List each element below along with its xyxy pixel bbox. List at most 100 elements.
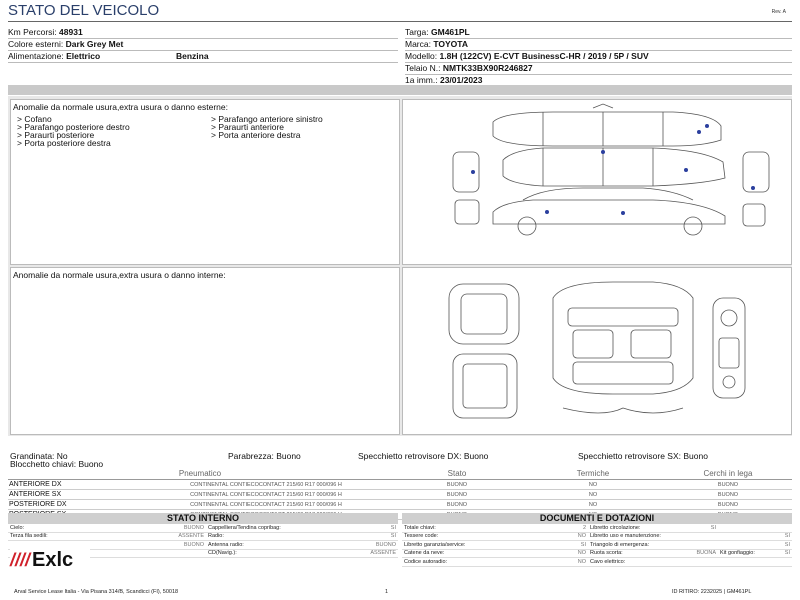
kv-label: Catene da neve: xyxy=(402,549,514,558)
external-damage-panel: Anomalie da normale usura,extra usura o … xyxy=(10,99,400,265)
kv-label: Terza fila sedili: xyxy=(8,532,132,541)
info-value: Elettrico xyxy=(66,51,101,61)
kv-label: Libretto circolazione: xyxy=(588,524,688,533)
tyre-desc: CONTINENTAL CONTIECOCONTACT 215/60 R17 0… xyxy=(140,499,392,510)
info-value: NMTK33BX90R246827 xyxy=(442,63,533,73)
col-termiche: Termiche xyxy=(522,467,664,480)
table-row: Tessere code: NO Libretto uso e manutenz… xyxy=(402,532,792,541)
damage-item: > Porta posteriore destra xyxy=(17,138,111,148)
kv-label: Totale chiavi: xyxy=(402,524,514,533)
info-value: TOYOTA xyxy=(433,39,468,49)
car-exterior-drawing xyxy=(452,103,770,236)
kv-value: BUONA xyxy=(688,549,718,558)
logo-text: Exlc xyxy=(32,549,74,571)
kv-value: ASSENTE xyxy=(132,532,206,541)
info-value: Dark Grey Met xyxy=(65,39,124,49)
info-row-targa: Targa: GM461PL xyxy=(405,27,792,39)
kv-value: SI xyxy=(340,524,398,533)
col-pneumatico: Pneumatico xyxy=(8,467,392,480)
info-label: Alimentazione: xyxy=(8,51,64,61)
kv-value: BUONO xyxy=(340,540,398,550)
table-row: Cielo: BUONO Cappelliera/Tendina copriba… xyxy=(8,524,398,533)
internal-damage-panel: Anomalie da normale usura,extra usura o … xyxy=(10,267,400,435)
kv-value: SI xyxy=(780,532,792,541)
info-row-alimentazione: Alimentazione: Elettrico Benzina xyxy=(8,51,398,63)
tyre-position: ANTERIORE SX xyxy=(8,489,140,500)
table-row: Libretto garanzia/service: SI Triangolo … xyxy=(402,540,792,550)
info-row-marca: Marca: TOYOTA xyxy=(405,39,792,51)
internal-car-diagram xyxy=(402,267,792,435)
damage-marker xyxy=(705,124,709,128)
damage-marker xyxy=(621,211,625,215)
tyre-cerchi: BUONO xyxy=(664,489,792,500)
info-label: Km Percorsi: xyxy=(8,27,57,37)
kv-label: Cielo: xyxy=(8,524,132,533)
damage-marker xyxy=(697,130,701,134)
damage-markers xyxy=(471,124,755,215)
revision-label: Rev. A xyxy=(771,9,786,15)
info-label: Marca: xyxy=(405,39,431,49)
damage-marker xyxy=(684,168,688,172)
kv-value xyxy=(780,557,792,567)
internal-damage-title: Anomalie da normale usura,extra usura o … xyxy=(13,270,226,280)
tyre-termiche: NO xyxy=(522,499,664,510)
status-specchietto-sx: Specchietto retrovisore SX: Buono xyxy=(578,451,708,461)
documenti-table: Totale chiavi: 2 Libretto circolazione: … xyxy=(402,524,792,567)
kv-value: SI xyxy=(340,532,398,541)
table-row: ANTERIORE DX CONTINENTAL CONTIECOCONTACT… xyxy=(8,479,792,490)
info-row-colore: Colore esterni: Dark Grey Met xyxy=(8,39,398,51)
kv-value: SI xyxy=(688,524,718,533)
car-interior-drawing xyxy=(448,281,746,419)
external-damage-title: Anomalie da normale usura,extra usura o … xyxy=(13,102,228,112)
damage-marker xyxy=(471,170,475,174)
info-row-telaio: Telaio N.: NMTK33BX90R246827 xyxy=(405,63,792,75)
info-label: Modello: xyxy=(405,51,438,61)
external-car-diagram xyxy=(402,99,792,265)
tyres-header-row: Pneumatico Stato Termiche Cerchi in lega xyxy=(8,467,792,480)
tyre-stato: BUONO xyxy=(392,479,522,490)
table-row: POSTERIORE DX CONTINENTAL CONTIECOCONTAC… xyxy=(8,499,792,510)
table-row: Totale chiavi: 2 Libretto circolazione: … xyxy=(402,524,792,533)
kv-label xyxy=(718,524,780,533)
col-stato: Stato xyxy=(392,467,522,480)
kv-value: 2 xyxy=(514,524,588,533)
info-label: 1a imm.: xyxy=(405,75,438,85)
kv-label: Libretto uso e manutenzione: xyxy=(588,532,780,541)
logo-mark: //// xyxy=(10,550,31,570)
damage-marker xyxy=(545,210,549,214)
tyre-stato: BUONO xyxy=(392,489,522,500)
status-specchietto-dx: Specchietto retrovisore DX: Buono xyxy=(358,451,489,461)
info-extra: Benzina xyxy=(176,51,209,61)
stato-interno-title: STATO INTERNO xyxy=(8,513,398,524)
kv-label: Kit gonfiaggio: xyxy=(718,549,780,558)
kv-value: ASSENTE xyxy=(340,549,398,558)
info-value: GM461PL xyxy=(431,27,470,37)
footer-page-number: 1 xyxy=(385,589,389,595)
section-band xyxy=(8,85,792,95)
kv-value: SI xyxy=(514,540,588,550)
header-rule xyxy=(8,21,792,22)
documenti-section: DOCUMENTI E DOTAZIONI Totale chiavi: 2 L… xyxy=(402,513,792,567)
vehicle-info-right: Targa: GM461PL Marca: TOYOTA Modello: 1.… xyxy=(405,27,792,86)
info-label: Telaio N.: xyxy=(405,63,441,73)
tyre-desc: CONTINENTAL CONTIECOCONTACT 215/60 R17 0… xyxy=(140,489,392,500)
col-cerchi: Cerchi in lega xyxy=(664,467,792,480)
kv-label: Libretto garanzia/service: xyxy=(402,540,514,550)
tyre-termiche: NO xyxy=(522,479,664,490)
tyre-cerchi: BUONO xyxy=(664,499,792,510)
info-label: Colore esterni: xyxy=(8,39,64,49)
kv-value xyxy=(132,549,206,558)
kv-label: Antenna radio: xyxy=(206,540,340,550)
info-value: 48931 xyxy=(59,27,83,37)
kv-label: Cappelliera/Tendina copribag: xyxy=(206,524,340,533)
damage-marker xyxy=(751,186,755,190)
status-parabrezza: Parabrezza: Buono xyxy=(228,451,301,461)
footer-reference: ID RITIRO: 2232025 | GM461PL xyxy=(672,589,752,595)
table-row: Codice autoradio: NO Cavo elettrico: xyxy=(402,557,792,567)
kv-label: Cavo elettrico: xyxy=(588,557,780,567)
table-row: ANTERIORE SX CONTINENTAL CONTIECOCONTACT… xyxy=(8,489,792,500)
table-row: Catene da neve: NO Ruota scorta: BUONA K… xyxy=(402,549,792,558)
kv-value: NO xyxy=(514,557,588,567)
logo: //// Exlc xyxy=(10,546,90,580)
kv-label: CD(Navig.): xyxy=(206,549,340,558)
